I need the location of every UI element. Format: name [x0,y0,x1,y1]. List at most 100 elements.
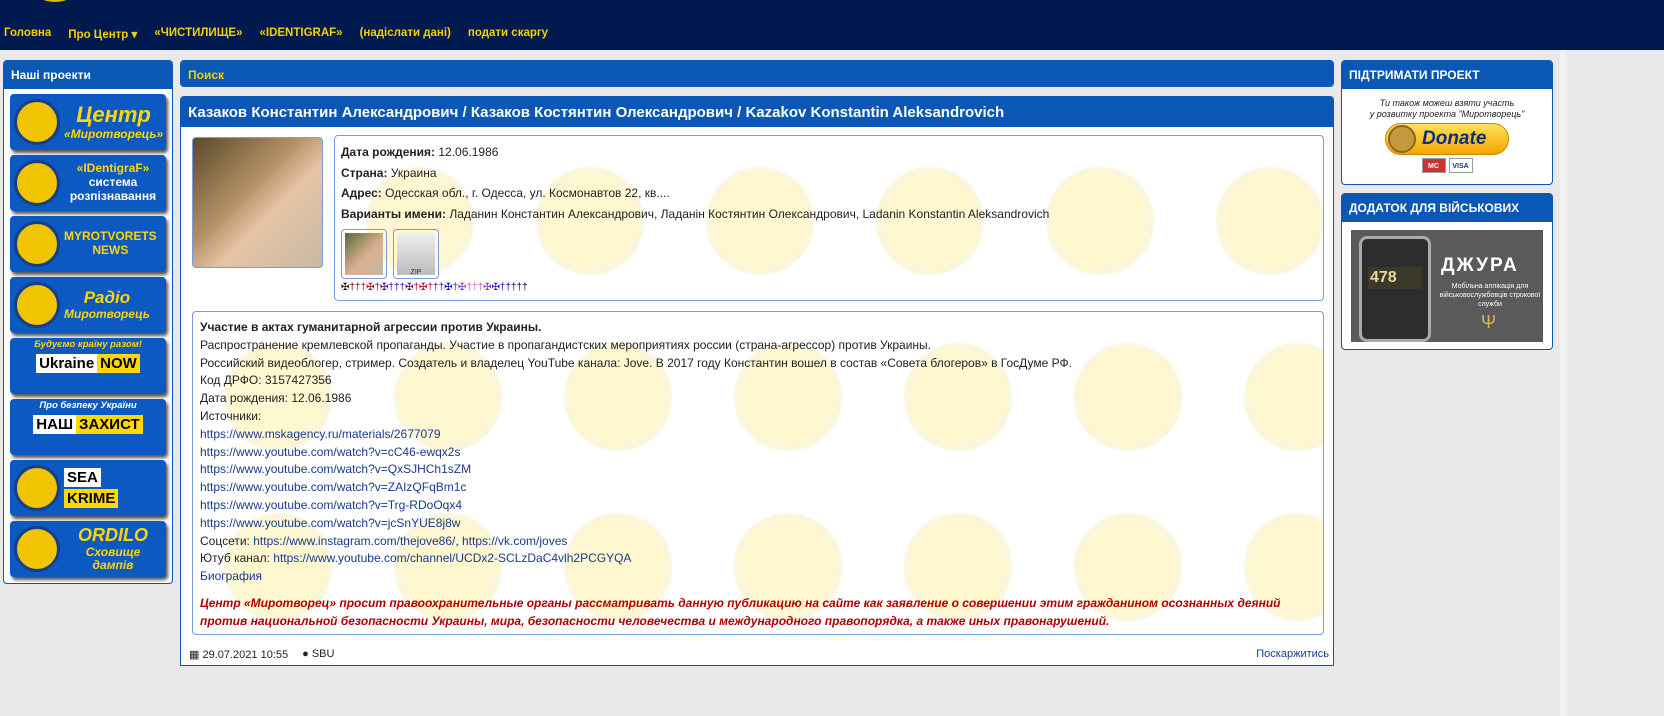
site-logo[interactable] [35,0,75,2]
author: ● SBU [302,648,334,661]
banner-text: Миротворець [64,306,150,321]
donate-label: Donate [1422,128,1487,149]
app-counter: 478 [1368,267,1422,289]
post-author: SBU [311,648,335,660]
military-app-panel: ДОДАТОК ДЛЯ ВІЙСЬКОВИХ 478 ДЖУРА Мобільн… [1341,193,1553,350]
banner-text: Будуємо країну разом! [34,339,142,350]
person-title: Казаков Константин Александрович / Казак… [181,97,1333,127]
desc-line: Источники: [200,408,262,423]
banner-text: НАШ [33,414,77,434]
banner-text: Ukraine [36,353,98,373]
source-link[interactable]: https://www.youtube.com/watch?v=cC46-ewq… [200,445,460,459]
support-text: Ти також можеш взяти участь [1379,98,1515,108]
dzhura-app-banner[interactable]: 478 ДЖУРА Мобільна аплікація для військо… [1351,230,1543,342]
phone-image: 478 [1359,236,1431,342]
names-value: Ладанин Константин Александрович, Ладані… [449,206,1050,221]
seal-icon [14,99,60,145]
warning-text: Центр «Миротворец» просит правоохранител… [200,595,1281,628]
banner-text: «IDentigraF» [76,161,150,176]
projects-title: Наші проекти [4,61,172,89]
scrollbar[interactable] [1560,50,1566,716]
source-link[interactable]: https://www.youtube.com/watch?v=jcSnYUE8… [200,516,460,530]
address-label: Адрес: [341,186,382,200]
user-icon: ● [302,648,309,660]
nav-identigraf[interactable]: «IDENTIGRAF» [259,27,342,41]
banner-text: ЗАХИСТ [76,414,143,434]
biography-link[interactable]: Биография [200,569,262,583]
zip-file-icon[interactable]: ZIP [393,229,439,279]
nav-send-data[interactable]: (надіслати дані) [360,27,451,41]
vk-link[interactable]: https://vk.com/joves [462,534,567,548]
banner-text: Про безпеку України [39,400,137,411]
youtube-channel-link[interactable]: https://www.youtube.com/channel/UCDx2-SC… [273,551,631,565]
main-nav: Головна Про Центр ▾ «ЧИСТИЛИЩЕ» «IDENTIG… [4,27,548,41]
social-label: Соцсети: [200,533,254,548]
banner-ordilo[interactable]: ORDILO Сховище дампів [10,521,166,577]
complain-link[interactable]: Поскаржитись [1256,648,1329,660]
dob-label: Дата рождения: [341,145,436,159]
desc-line: Дата рождения: 12.06.1986 [200,391,352,406]
search-panel[interactable]: Поиск [180,60,1334,87]
banner-text: MYROTVORETS [64,229,157,244]
visa-icon: VISA [1448,158,1473,173]
banner-identigraf[interactable]: «IDentigraF» система розпізнавання [10,155,166,211]
support-title: ПІДТРИМАТИ ПРОЕКТ [1342,61,1552,89]
banner-text: KRIME [64,488,119,508]
cross-marks-text: ✠†††✠†✠†††✠†✠†††✠†✠†††✠✠††††† [341,282,528,293]
banner-news[interactable]: MYROTVORETS NEWS [10,216,166,272]
youtube-label: Ютуб канал: [200,551,274,566]
desc-heading: Участие в актах гуманитарной агрессии пр… [200,320,542,334]
banner-text: Центр [76,102,151,128]
app-desc: Мобільна аплікація для військовослужбовц… [1439,283,1541,308]
seal-icon [14,160,60,206]
seal-icon [14,465,60,511]
banner-ukraine-now[interactable]: Будуємо країну разом! Ukraine NOW [10,338,166,394]
search-label[interactable]: Поиск [181,61,1333,86]
nav-purgatory[interactable]: «ЧИСТИЛИЩЕ» [154,27,242,41]
country-label: Страна: [341,165,388,180]
person-photo[interactable] [192,137,323,268]
source-link[interactable]: https://www.mskagency.ru/materials/26770… [200,427,441,441]
coin-icon [1388,125,1416,153]
military-title: ДОДАТОК ДЛЯ ВІЙСЬКОВИХ [1342,194,1552,222]
description: Участие в актах гуманитарной агрессии пр… [192,311,1324,635]
banner-text: «Миротворець» [64,126,164,141]
person-panel: Казаков Константин Александрович / Казак… [180,96,1334,666]
banner-text: Радіо [83,288,131,308]
donate-button[interactable]: Donate [1385,123,1509,155]
seal-icon [14,221,60,267]
mastercard-icon: MC [1421,158,1446,173]
seal-icon [14,282,60,328]
banner-center[interactable]: Центр «Миротворець» [10,94,166,150]
desc-line: Российский видеоблогер, стример. Создате… [200,355,1073,370]
banner-text: SEA [64,468,101,488]
banner-text: NOW [97,353,140,373]
calendar-icon: ▦ [189,649,200,661]
banner-nash-zakhyst[interactable]: Про безпеку України НАШ ЗАХИСТ [10,399,166,455]
nav-about[interactable]: Про Центр ▾ [68,27,137,41]
nav-complaint[interactable]: подати скаргу [468,27,548,41]
nav-home[interactable]: Головна [4,27,51,41]
source-link[interactable]: https://www.youtube.com/watch?v=ZAIzQFqB… [200,480,466,494]
address-value: Одесская обл., г. Одесса, ул. Космонавто… [385,186,670,200]
post-footer: ▦ 29.07.2021 10:55 ● SBU Поскаржитись [189,648,1329,661]
date: ▦ 29.07.2021 10:55 [189,648,288,661]
desc-line: Код ДРФО: 3157427356 [200,373,332,388]
source-link[interactable]: https://www.youtube.com/watch?v=Trg-RDoO… [200,498,462,512]
banner-sea-krime[interactable]: SEA KRIME [10,460,166,516]
support-text: у розвитку проекта "Миротворець" [1369,109,1525,119]
desc-line: Распространение кремлевской пропаганды. … [200,337,932,352]
banner-radio[interactable]: Радіо Миротворець [10,277,166,333]
banner-text: ORDILO [78,524,148,545]
support-panel: ПІДТРИМАТИ ПРОЕКТ Ти також можеш взяти у… [1341,60,1553,185]
seal-icon [14,526,60,572]
instagram-link[interactable]: https://www.instagram.com/thejove86/ [253,534,455,548]
names-label: Варианты имени: [341,206,446,221]
top-bar: Головна Про Центр ▾ «ЧИСТИЛИЩЕ» «IDENTIG… [0,0,1664,50]
cross-marks: ✠†††✠†✠†††✠†✠†††✠†✠†††✠✠††††† [341,281,1317,295]
source-link[interactable]: https://www.youtube.com/watch?v=QxSJHCh1… [200,462,471,476]
trident-icon: Ψ [1481,312,1497,332]
banner-text: NEWS [92,243,129,257]
post-date: 29.07.2021 10:55 [202,649,289,661]
photo-thumbnail[interactable] [341,229,387,279]
